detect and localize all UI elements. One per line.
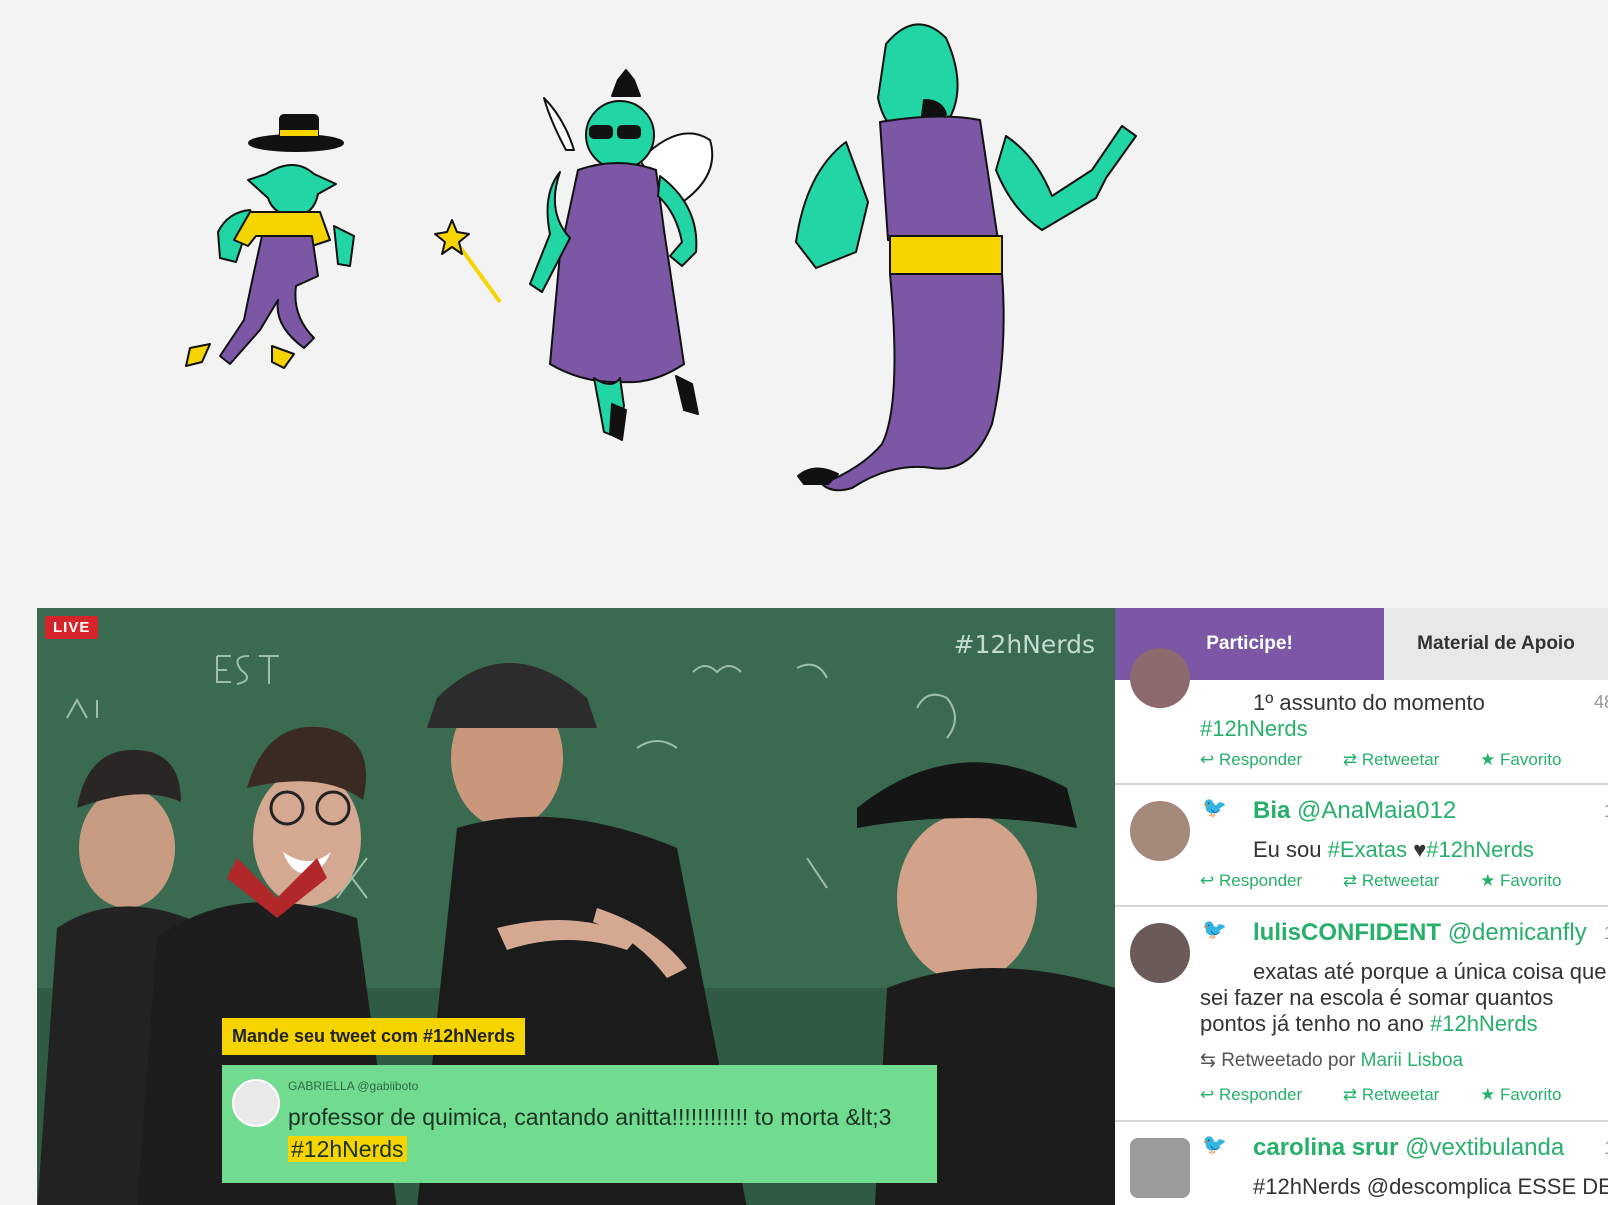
fairy-character [434,69,714,441]
reply-button[interactable]: ↩ Responder [1200,1085,1320,1104]
hashtag-link[interactable]: #12hNerds [1426,837,1534,862]
featured-tweet-card: GABRIELLA @gabiiboto professor de quimic… [222,1065,937,1183]
favorite-button[interactable]: ★ Favorito [1480,750,1579,769]
hashtag-link[interactable]: #12hNerds [1200,716,1308,741]
retweet-icon: ⇆ [1200,1050,1216,1071]
reply-button[interactable]: ↩ Responder [1200,750,1320,769]
live-badge: LIVE [45,616,99,639]
retweeted-by-link[interactable]: Marii Lisboa [1361,1050,1463,1071]
live-video-player[interactable]: LIVE #12hNerds Mande seu tweet com #12hN… [37,608,1115,1205]
tweet-text: #12hNerds @descomplica ESSE DE [1253,1174,1608,1199]
reply-label: Responder [1218,1085,1303,1104]
twitter-bird-icon: 🐦 [1202,1134,1227,1156]
tweet-time: 1 [1604,923,1608,944]
tweet-time: 1 [1604,801,1608,822]
avatar [1130,923,1190,983]
reply-label: Responder [1218,750,1303,769]
tweet-time: 48 [1593,692,1608,712]
author-name: lulisCONFIDENT [1253,919,1442,946]
tweet-feed[interactable]: 1º assunto do momento 48 #12hNerds ↩ Res… [1115,648,1608,1205]
tweet-author[interactable]: lulisCONFIDENT @demicanfly [1253,919,1587,947]
twitter-bird-icon: 🐦 [1202,797,1227,819]
author-handle: @demicanfly [1447,919,1587,946]
elf-character [185,114,355,369]
tweet-prompt: Mande seu tweet com #12hNerds [222,1018,526,1055]
tweet-text: Eu sou #Exatas ♥#12hNerds [1253,837,1534,863]
retweet-label: Retweetar [1361,750,1440,769]
tweet-text: 1º assunto do momento [1253,690,1485,715]
favorite-button[interactable]: ★ Favorito [1480,1085,1579,1104]
tweet-author[interactable]: carolina srur @vextibulanda [1253,1134,1564,1162]
tweet-actions: ↩ Responder ⇄ Retweetar ★ Favorito [1200,1085,1597,1105]
tweet-text: professor de quimica, cantando anitta!!!… [288,1101,928,1165]
retweet-label: Retweetar [1361,1085,1440,1104]
author-name: Bia [1253,797,1291,824]
author-handle: @AnaMaia012 [1297,797,1457,824]
tweet-hashtag-line: #12hNerds [1200,716,1308,742]
tab-material-de-apoio[interactable]: Material de Apoio [1384,608,1608,680]
list-item: 🐦 carolina srur @vextibulanda 1 #12hNerd… [1115,1122,1608,1205]
retweet-label: Retweetar [1361,871,1440,890]
author-handle: @vextibulanda [1405,1134,1565,1161]
twitter-sidebar: Participe! Material de Apoio 1º assunto … [1115,608,1608,1205]
author-name: carolina srur [1253,1134,1399,1161]
list-item: 🐦 Bia @AnaMaia012 1 Eu sou #Exatas ♥#12h… [1115,785,1608,907]
retweet-button[interactable]: ⇄ Retweetar [1343,871,1457,890]
avatar [1130,1138,1190,1198]
reply-button[interactable]: ↩ Responder [1200,871,1320,890]
favorite-label: Favorito [1500,871,1562,890]
tweet-author[interactable]: Bia @AnaMaia012 [1253,797,1456,825]
list-item: 🐦 lulisCONFIDENT @demicanfly 1 exatas at… [1115,907,1608,1122]
tweet-username: GABRIELLA @gabiiboto [288,1079,419,1093]
tweet-hashtag: #12hNerds [288,1136,407,1162]
tweet-actions: ↩ Responder ⇄ Retweetar ★ Favorito [1200,871,1597,891]
favorite-label: Favorito [1500,1085,1562,1104]
retweet-button[interactable]: ⇄ Retweetar [1343,750,1457,769]
favorite-button[interactable]: ★ Favorito [1480,871,1579,890]
tweet-body: exatas até porque a única coisa que sei … [1200,959,1607,1036]
retweeted-by: ⇆ Retweetado por Marii Lisboa [1200,1049,1463,1072]
twitter-bird-icon: 🐦 [1202,919,1227,941]
heart-glyph: ♥ [1407,837,1427,862]
retweet-button[interactable]: ⇄ Retweetar [1343,1085,1457,1104]
tweet-text-start: Eu sou [1253,837,1328,862]
hashtag-link[interactable]: #12hNerds [1430,1011,1538,1036]
list-item: 1º assunto do momento 48 #12hNerds ↩ Res… [1115,648,1608,785]
cartoon-characters [185,23,1137,492]
tweet-actions: ↩ Responder ⇄ Retweetar ★ Favorito [1200,750,1597,770]
tweet-time: 1 [1604,1138,1608,1159]
avatar [1130,801,1190,861]
favorite-label: Favorito [1500,750,1562,769]
character-illustrations [0,0,1608,560]
avatar [1130,648,1190,708]
avatar [232,1079,280,1127]
hashtag-link[interactable]: #Exatas [1328,837,1408,862]
retweeted-prefix: Retweetado por [1221,1050,1356,1071]
reply-label: Responder [1218,871,1303,890]
genie-character [795,23,1137,492]
tweet-text: exatas até porque a única coisa que sei … [1200,959,1608,1037]
hashtag-watermark: #12hNerds [953,630,1095,659]
tweet-body: professor de quimica, cantando anitta!!!… [288,1104,892,1130]
